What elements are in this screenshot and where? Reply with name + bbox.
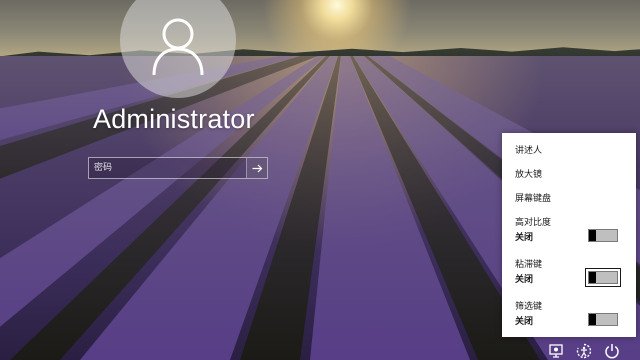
submit-button[interactable] — [246, 158, 267, 178]
sticky-keys-toggle[interactable] — [585, 268, 621, 287]
filter-keys-label: 筛选键 — [515, 302, 543, 312]
ease-of-access-flyout: 讲述人 放大镜 屏幕键盘 高对比度 关闭 粘滞键 关闭 筛选键 关闭 — [502, 133, 636, 337]
user-name: Administrator — [93, 104, 255, 134]
arrow-right-icon — [252, 164, 262, 172]
ease-of-access-button[interactable] — [574, 342, 594, 360]
password-input[interactable] — [89, 158, 246, 178]
sticky-keys-state: 关闭 — [515, 275, 534, 285]
high-contrast-state: 关闭 — [515, 233, 534, 243]
narrator-item[interactable]: 讲述人 — [515, 143, 542, 156]
network-button[interactable] — [546, 342, 566, 360]
high-contrast-label: 高对比度 — [515, 218, 552, 228]
ease-of-access-icon — [576, 343, 592, 359]
high-contrast-toggle[interactable] — [588, 229, 618, 242]
power-icon — [605, 344, 619, 359]
filter-keys-state: 关闭 — [515, 317, 534, 327]
toggle-knob — [589, 272, 596, 283]
magnifier-item[interactable]: 放大镜 — [515, 167, 542, 180]
password-box — [88, 157, 268, 179]
user-silhouette-icon — [152, 18, 204, 76]
toggle-knob — [589, 230, 596, 241]
toggle-knob — [589, 314, 596, 325]
on-screen-keyboard-item[interactable]: 屏幕键盘 — [515, 191, 551, 204]
power-button[interactable] — [602, 342, 622, 360]
sticky-keys-label: 粘滞键 — [515, 260, 543, 270]
network-icon — [549, 344, 563, 358]
filter-keys-toggle[interactable] — [588, 313, 618, 326]
